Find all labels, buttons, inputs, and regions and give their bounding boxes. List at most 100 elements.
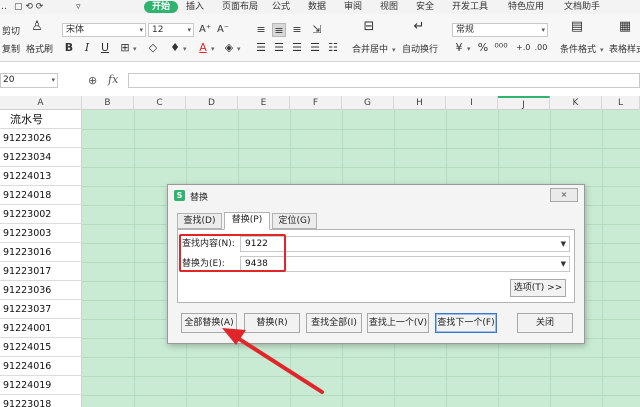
currency-icon[interactable]: ¥ xyxy=(452,41,466,55)
number-format-select[interactable]: 常规 ▾ xyxy=(452,23,548,37)
orientation-icon[interactable]: ⇲ xyxy=(310,23,324,37)
menu-tab-security[interactable]: 安全 xyxy=(416,1,434,13)
font-color-icon[interactable]: A xyxy=(196,41,210,55)
column-header-i[interactable]: I xyxy=(446,96,498,110)
cell-a[interactable]: 91223026 xyxy=(0,129,82,148)
cell-a[interactable]: 91224018 xyxy=(0,186,82,205)
formula-input[interactable] xyxy=(128,73,640,88)
currency-dropdown-icon[interactable]: ▾ xyxy=(467,45,471,53)
thousands-icon[interactable]: ⁰⁰⁰ xyxy=(494,41,508,55)
menu-tab-doc-assistant[interactable]: 文档助手 xyxy=(564,1,600,13)
underline-icon[interactable]: U xyxy=(98,41,112,55)
quick-access-more[interactable]: ▿ xyxy=(76,1,81,13)
cell-a[interactable]: 91223017 xyxy=(0,262,82,281)
clear-format-icon[interactable]: ◈ xyxy=(222,41,236,55)
column-header-k[interactable]: K xyxy=(550,96,602,110)
column-header-e[interactable]: E xyxy=(238,96,290,110)
menu-tab-formulas[interactable]: 公式 xyxy=(272,1,290,13)
cell-a1-header[interactable]: 流水号 xyxy=(0,110,82,129)
fill-color-icon[interactable]: ◇ xyxy=(146,41,160,55)
align-right-icon[interactable]: ☰ xyxy=(290,41,304,55)
decrease-font-icon[interactable]: A⁻ xyxy=(216,23,230,37)
fill-bucket-icon[interactable]: ♦ xyxy=(168,41,182,55)
percent-icon[interactable]: % xyxy=(476,41,490,55)
dialog-titlebar[interactable]: S 替换 × xyxy=(168,185,584,207)
menu-tab-data[interactable]: 数据 xyxy=(308,1,326,13)
font-size-select[interactable]: 12 ▾ xyxy=(148,23,194,37)
find-input[interactable]: 9122 ▼ xyxy=(240,236,570,252)
format-painter-icon[interactable]: ♙ xyxy=(30,20,44,34)
merge-center-icon[interactable]: ⊟ xyxy=(362,20,376,34)
menu-tab-review[interactable]: 审阅 xyxy=(344,1,362,13)
cell-a[interactable]: 91223003 xyxy=(0,224,82,243)
zoom-icon[interactable]: ⊕ xyxy=(88,74,97,87)
fill-dropdown-icon[interactable]: ▾ xyxy=(183,45,187,53)
column-header-c[interactable]: C xyxy=(134,96,186,110)
decrease-decimal-icon[interactable]: .00 xyxy=(534,41,548,55)
find-previous-button[interactable]: 查找上一个(V) xyxy=(367,313,429,333)
tab-goto[interactable]: 定位(G) xyxy=(272,213,317,229)
fx-icon[interactable]: fx xyxy=(108,73,118,86)
column-header-l[interactable]: L xyxy=(602,96,640,110)
tab-find[interactable]: 查找(D) xyxy=(177,213,222,229)
increase-font-icon[interactable]: A⁺ xyxy=(198,23,212,37)
replace-all-button[interactable]: 全部替换(A) xyxy=(181,313,237,333)
cell-a[interactable]: 91224001 xyxy=(0,319,82,338)
column-header-b[interactable]: B xyxy=(82,96,134,110)
font-color-dropdown-icon[interactable]: ▾ xyxy=(211,45,215,53)
menu-tab-view[interactable]: 视图 xyxy=(380,1,398,13)
replace-button[interactable]: 替换(R) xyxy=(244,313,300,333)
options-button[interactable]: 选项(T) >> xyxy=(510,279,566,297)
merge-dropdown-icon[interactable]: ▾ xyxy=(392,46,396,54)
menu-tab-file-partial[interactable]: … xyxy=(0,1,7,13)
cell-a[interactable]: 91224013 xyxy=(0,167,82,186)
align-left-icon[interactable]: ☰ xyxy=(254,41,268,55)
table-style-button[interactable]: 表格样式 xyxy=(609,44,640,56)
font-name-select[interactable]: 宋体 ▾ xyxy=(62,23,146,37)
copy-button[interactable]: 复制 xyxy=(2,44,20,56)
quick-access-icons[interactable]: ▢ ⟲ ⟳ xyxy=(14,1,43,13)
cut-button[interactable]: 剪切 xyxy=(2,26,20,38)
bold-icon[interactable]: B xyxy=(62,41,76,55)
distributed-icon[interactable]: ☷ xyxy=(326,41,340,55)
tab-replace[interactable]: 替换(P) xyxy=(224,212,270,230)
menu-tab-page-layout[interactable]: 页面布局 xyxy=(222,1,258,13)
align-top-icon[interactable]: ≡ xyxy=(254,23,268,37)
name-box[interactable]: 20 ▾ xyxy=(0,73,58,88)
cell-a[interactable]: 91223034 xyxy=(0,148,82,167)
menu-tab-developer[interactable]: 开发工具 xyxy=(452,1,488,13)
merge-center-button[interactable]: 合并居中 xyxy=(352,44,388,56)
find-next-button[interactable]: 查找下一个(F) xyxy=(435,313,497,333)
column-header-a[interactable]: A xyxy=(0,96,82,110)
wrap-text-icon[interactable]: ↵ xyxy=(412,20,426,34)
wrap-text-button[interactable]: 自动换行 xyxy=(402,44,438,56)
cell-a[interactable]: 91224015 xyxy=(0,338,82,357)
menu-tab-special[interactable]: 特色应用 xyxy=(508,1,544,13)
cell-a[interactable]: 91224016 xyxy=(0,357,82,376)
justify-icon[interactable]: ☰ xyxy=(308,41,322,55)
menu-tab-insert[interactable]: 插入 xyxy=(186,1,204,13)
column-header-h[interactable]: H xyxy=(394,96,446,110)
close-icon[interactable]: × xyxy=(550,188,578,202)
cell-a[interactable]: 91223036 xyxy=(0,281,82,300)
align-bottom-icon[interactable]: ≡ xyxy=(290,23,304,37)
cell-a[interactable]: 91223016 xyxy=(0,243,82,262)
border-dropdown-icon[interactable]: ▾ xyxy=(133,45,137,53)
replace-input[interactable]: 9438 ▼ xyxy=(240,256,570,272)
border-icon[interactable]: ⊞ xyxy=(118,41,132,55)
column-header-f[interactable]: F xyxy=(290,96,342,110)
conditional-format-icon[interactable]: ▤ xyxy=(570,20,584,34)
cell-a[interactable]: 91223018 xyxy=(0,395,82,407)
column-header-d[interactable]: D xyxy=(186,96,238,110)
align-middle-icon[interactable]: ≡ xyxy=(272,23,286,37)
clear-dropdown-icon[interactable]: ▾ xyxy=(237,45,241,53)
italic-icon[interactable]: I xyxy=(80,41,94,55)
align-center-icon[interactable]: ☰ xyxy=(272,41,286,55)
increase-decimal-icon[interactable]: +.0 xyxy=(516,41,530,55)
find-all-button[interactable]: 查找全部(I) xyxy=(306,313,362,333)
column-header-j[interactable]: J xyxy=(498,96,550,110)
conditional-format-button[interactable]: 条件格式 xyxy=(560,44,596,56)
cell-a[interactable]: 91223002 xyxy=(0,205,82,224)
table-style-icon[interactable]: ▦ xyxy=(618,20,632,34)
cell-a[interactable]: 91224019 xyxy=(0,376,82,395)
